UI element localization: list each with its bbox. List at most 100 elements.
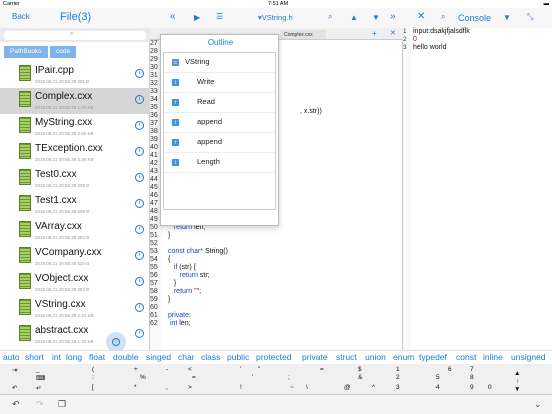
key[interactable]: * <box>134 384 137 391</box>
key[interactable]: ' <box>240 366 241 373</box>
info-icon[interactable]: i <box>135 173 144 182</box>
keyword-public[interactable]: public <box>227 352 249 362</box>
info-icon[interactable]: i <box>135 95 144 104</box>
keyword-char[interactable]: char <box>178 352 195 362</box>
tab-key-icon[interactable]: ⇥ <box>12 366 17 374</box>
info-icon[interactable]: i <box>135 199 144 208</box>
key[interactable]: ! <box>240 384 242 391</box>
key[interactable]: = <box>320 366 324 373</box>
keyword-short[interactable]: short <box>25 352 44 362</box>
breadcrumb-code[interactable]: code <box>50 46 76 58</box>
close-icon[interactable]: ✕ <box>417 11 425 22</box>
enter-key-icon[interactable]: ↵ <box>36 384 41 392</box>
outline-list-icon[interactable]: ☰ <box>216 12 223 21</box>
keyword-protected[interactable]: protected <box>256 352 291 362</box>
info-icon[interactable]: i <box>135 303 144 312</box>
info-icon[interactable]: i <box>135 329 144 338</box>
editor-file-title[interactable]: ▾VString.h <box>258 13 293 22</box>
key[interactable]: 6 <box>448 366 452 373</box>
hide-keyboard-icon[interactable]: ⌄ <box>534 399 542 410</box>
key[interactable]: 0 <box>488 384 492 391</box>
file-row[interactable]: TException.cxx 2018.08.21 20:56:38 2.35 K… <box>0 140 150 166</box>
key[interactable]: 3 <box>396 384 400 391</box>
info-icon[interactable]: i <box>135 147 144 156</box>
file-row[interactable]: MyString.cxx 2018.08.21 20:56:38 2.86 KB i <box>0 114 150 140</box>
up-arrow-icon[interactable]: ▲ <box>514 370 520 377</box>
key[interactable]: 5 <box>436 374 440 381</box>
keyword-double[interactable]: double <box>113 352 139 362</box>
back-button[interactable]: Back <box>12 12 30 21</box>
redo-icon[interactable]: ↷ <box>36 399 44 410</box>
keyword-enum[interactable]: enum <box>393 352 414 362</box>
keyword-struct[interactable]: struct <box>336 352 357 362</box>
file-row[interactable]: Complex.cxx 2018.08.21 20:56:38 1.70 KB i <box>0 88 150 114</box>
key[interactable]: 1 <box>396 366 400 373</box>
search-icon[interactable]: ⌕ <box>328 12 332 22</box>
key[interactable]: ( <box>92 366 94 373</box>
undo-icon[interactable]: ↶ <box>12 399 20 410</box>
file-row[interactable]: IPair.cpp 2018.08.21 20:56:38 581 B i <box>0 62 150 88</box>
info-icon[interactable]: i <box>135 277 144 286</box>
add-tab-icon[interactable]: + <box>372 29 377 38</box>
outline-item[interactable]: f Write <box>164 73 275 93</box>
file-row[interactable]: VCompany.cxx 2018.08.21 20:56:38 520 B i <box>0 244 150 270</box>
close-tab-icon[interactable]: ✕ <box>390 29 396 37</box>
key[interactable]: : <box>92 374 94 381</box>
info-icon[interactable]: i <box>135 121 144 130</box>
double-chevron-left-icon[interactable]: « <box>170 11 176 22</box>
outline-item[interactable]: f Read <box>164 93 275 113</box>
outline-item[interactable]: f append <box>164 113 275 133</box>
keyword-inline[interactable]: inline <box>483 352 503 362</box>
collapse-icon[interactable]: ⤡ <box>527 12 533 22</box>
search-input[interactable]: ⌕ <box>4 31 146 40</box>
play-icon[interactable]: ▶ <box>194 13 200 22</box>
key[interactable]: @ <box>344 384 351 391</box>
double-chevron-right-icon[interactable]: » <box>390 11 396 22</box>
outline-item[interactable]: f append <box>164 133 275 153</box>
keyword-float[interactable]: float <box>89 352 105 362</box>
key[interactable]: > <box>188 384 192 391</box>
key[interactable]: 7 <box>470 366 474 373</box>
key[interactable]: 2 <box>396 374 400 381</box>
keyboard-icon[interactable]: ⌨ <box>36 374 45 382</box>
key[interactable]: 9 <box>470 384 474 391</box>
dropdown-icon[interactable]: ▼ <box>503 13 511 22</box>
keyword-singed[interactable]: singed <box>146 352 171 362</box>
file-row[interactable]: VArray.cxx 2018.08.21 20:56:38 583 B i <box>0 218 150 244</box>
keyword-unsigned[interactable]: unsigned <box>511 352 546 362</box>
file-row[interactable]: Test0.cxx 2018.08.21 20:56:38 509 B i <box>0 166 150 192</box>
keyword-int[interactable]: int <box>52 352 61 362</box>
key[interactable]: [ <box>92 384 94 391</box>
undo-arrow-icon[interactable]: ↶ <box>12 384 17 392</box>
keyword-class[interactable]: class <box>201 352 220 362</box>
key[interactable]: ~ <box>290 384 294 391</box>
keyword-auto[interactable]: auto <box>3 352 20 362</box>
key[interactable]: \ <box>306 384 308 391</box>
find-previous-icon[interactable]: ▲ <box>350 13 358 22</box>
tab-complex[interactable]: Complex.cxx <box>280 30 326 39</box>
file-row[interactable]: VObject.cxx 2018.08.21 20:56:38 584 B i <box>0 270 150 296</box>
keyword-const[interactable]: const <box>456 352 476 362</box>
key[interactable]: ^ <box>372 384 375 391</box>
key[interactable]: $ <box>358 366 362 373</box>
key[interactable]: + <box>134 366 138 373</box>
keyword-typedef[interactable]: typedef <box>419 352 447 362</box>
breadcrumb-pathbooks[interactable]: PathBooks <box>4 46 48 58</box>
key[interactable]: < <box>188 366 192 373</box>
file-row[interactable]: VString.cxx 2018.08.21 20:56:38 2.64 KB i <box>0 296 150 322</box>
find-next-icon[interactable]: ▼ <box>372 13 380 22</box>
key[interactable]: & <box>358 374 362 381</box>
key[interactable]: _ <box>36 366 40 373</box>
outline-item[interactable]: C VString <box>164 53 275 73</box>
key[interactable]: - <box>166 366 168 373</box>
info-icon[interactable]: i <box>135 225 144 234</box>
file-row[interactable]: Test1.cxx 2018.08.21 20:56:38 509 B i <box>0 192 150 218</box>
key[interactable]: ↑ <box>516 378 519 385</box>
keyword-long[interactable]: long <box>66 352 82 362</box>
keyword-private[interactable]: private <box>302 352 328 362</box>
key[interactable]: , <box>166 384 168 391</box>
key[interactable]: ' <box>252 374 253 381</box>
outline-item[interactable]: f Length <box>164 153 275 173</box>
down-arrow-icon[interactable]: ▼ <box>514 386 520 393</box>
file-row[interactable]: abstract.cxx 2018.08.21 20:56:38 1.20 KB i <box>0 322 150 348</box>
